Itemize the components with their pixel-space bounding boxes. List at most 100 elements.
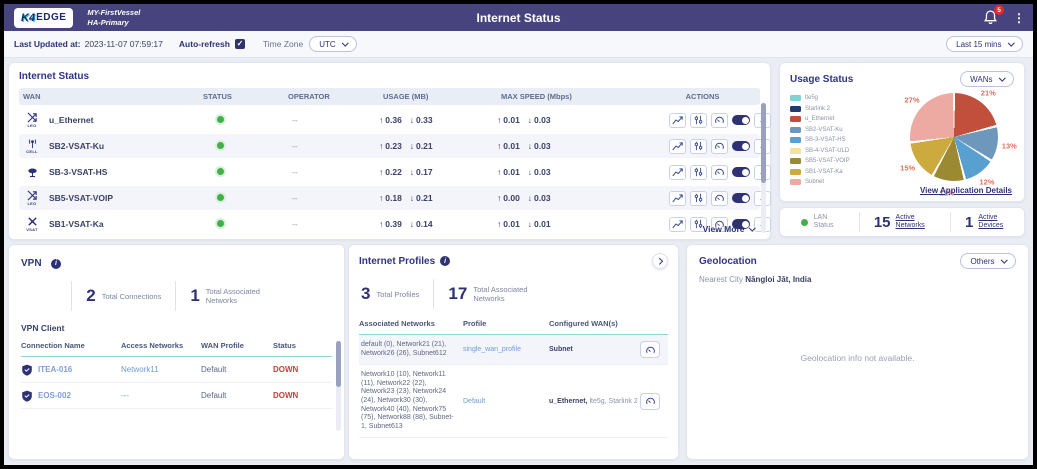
info-icon[interactable] — [51, 259, 61, 269]
leo-icon: LEO — [23, 190, 41, 206]
download-arrow-icon — [520, 141, 534, 151]
operator-value: -- — [284, 141, 379, 151]
legend-label: Subnet — [805, 179, 824, 185]
vpn-connection-name[interactable]: ITEA-016 — [21, 364, 121, 376]
configure-button[interactable] — [690, 139, 707, 154]
col-access-networks: Access Networks — [121, 341, 201, 350]
profiles-table-header: Associated Networks Profile Configured W… — [359, 319, 668, 335]
usage-pie[interactable] — [910, 93, 998, 181]
active-devices-link[interactable]: Active Devices — [978, 214, 1003, 231]
time-range-select[interactable]: Last 15 mins — [946, 36, 1023, 52]
speed-test-button[interactable] — [711, 191, 728, 206]
speed-test-button[interactable] — [711, 139, 728, 154]
vsat-icon: VSAT — [23, 216, 41, 232]
vpn-client-row: EOS-002 --- Default DOWN — [21, 383, 332, 409]
last-updated-value: 2023-11-07 07:59:17 — [85, 39, 163, 49]
profile-row: Network10 (10), Network11 (11), Network2… — [359, 365, 668, 438]
legend-swatch — [790, 116, 801, 122]
upload-arrow-icon — [497, 115, 503, 125]
scrollbar-thumb[interactable] — [336, 341, 341, 387]
speed-test-button[interactable] — [711, 165, 728, 180]
upload-arrow-icon — [497, 167, 503, 177]
wan-name[interactable]: u_Ethernet — [49, 115, 93, 125]
upload-arrow-icon — [379, 193, 385, 203]
col-status: Status — [273, 341, 323, 350]
col-actions: ACTIONS — [655, 92, 746, 101]
geolocation-filter-select[interactable]: Others — [960, 253, 1016, 269]
download-arrow-icon — [520, 193, 534, 203]
wan-name[interactable]: SB2-VSAT-Ku — [49, 141, 104, 151]
geolocation-filter-value: Others — [970, 257, 994, 266]
vpn-connections-label: Total Connections — [102, 292, 162, 301]
wan-enable-toggle[interactable] — [732, 115, 750, 125]
auto-refresh-checkbox[interactable] — [235, 39, 245, 49]
app-logo[interactable]: K4 EDGE — [14, 8, 73, 28]
total-profiles-label: Total Profiles — [376, 290, 419, 299]
configure-button[interactable] — [690, 191, 707, 206]
speed-value: 0.010.03 — [497, 167, 655, 177]
vpn-connection-name[interactable]: EOS-002 — [21, 390, 121, 402]
configure-button[interactable] — [690, 113, 707, 128]
legend-swatch — [790, 148, 801, 154]
notifications-bell-icon[interactable]: 5 — [982, 9, 999, 26]
statistics-button[interactable] — [669, 139, 686, 154]
usage-status-title: Usage Status — [790, 74, 853, 85]
profile-configured-wans: u_Ethernet, lte5g, Starlink 2 — [549, 398, 640, 405]
configure-button[interactable] — [690, 165, 707, 180]
chevron-down-icon — [342, 39, 348, 45]
kebab-menu-icon[interactable] — [1013, 9, 1019, 27]
shield-icon — [21, 364, 33, 376]
wan-name[interactable]: SB-3-VSAT-HS — [49, 167, 107, 177]
col-associated-networks: Associated Networks — [359, 319, 463, 328]
vpn-client-subtitle: VPN Client — [21, 323, 332, 333]
profile-name-link[interactable]: single_wan_profile — [463, 346, 549, 353]
active-networks-count: 15 — [874, 214, 891, 231]
info-icon[interactable] — [440, 256, 450, 266]
statistics-button[interactable] — [669, 113, 686, 128]
view-more-button[interactable]: View More — [703, 224, 754, 234]
scrollbar-thumb[interactable] — [761, 103, 766, 183]
vessel-selector[interactable]: MY-FirstVessel HA-Primary — [87, 8, 140, 27]
wan-enable-toggle[interactable] — [732, 167, 750, 177]
expand-panel-button[interactable] — [652, 253, 668, 269]
chevron-down-icon — [999, 74, 1005, 80]
vpn-title: VPN — [21, 258, 42, 269]
speed-test-button[interactable] — [711, 113, 728, 128]
speed-test-button[interactable] — [640, 393, 660, 410]
internet-status-scrollbar[interactable] — [761, 103, 766, 233]
legend-swatch — [790, 106, 801, 112]
upload-arrow-icon — [379, 141, 385, 151]
vpn-access-networks[interactable]: --- — [121, 391, 201, 400]
statistics-button[interactable] — [669, 217, 686, 232]
legend-swatch — [790, 95, 801, 101]
geolocation-title: Geolocation — [699, 256, 757, 267]
speed-value: 0.000.03 — [497, 193, 655, 203]
row-actions — [655, 165, 771, 180]
profile-configured-wans: Subnet — [549, 346, 640, 353]
upload-arrow-icon — [497, 193, 503, 203]
internet-profiles-title: Internet Profiles — [359, 256, 435, 267]
timezone-select[interactable]: UTC — [309, 36, 357, 52]
legend-item: lte5g — [790, 95, 850, 101]
statistics-button[interactable] — [669, 165, 686, 180]
wan-name[interactable]: SB5-VSAT-VOIP — [49, 193, 113, 203]
legend-item: SB1-VSAT-Ka — [790, 169, 850, 175]
legend-label: SB-4-VSAT-ULD — [805, 148, 849, 154]
profile-name-link[interactable]: Default — [463, 398, 549, 405]
wan-name[interactable]: SB1-VSAT-Ka — [49, 219, 104, 229]
wan-enable-toggle[interactable] — [732, 193, 750, 203]
usage-filter-select[interactable]: WANs — [960, 71, 1014, 87]
logo-k4-text: K4 — [21, 12, 35, 24]
vessel-name: MY-FirstVessel — [87, 8, 140, 18]
vpn-scrollbar[interactable] — [336, 341, 341, 431]
vpn-access-networks[interactable]: Network11 — [121, 365, 201, 374]
statistics-button[interactable] — [669, 191, 686, 206]
view-application-details-link[interactable]: View Application Details — [920, 186, 1012, 195]
wan-enable-toggle[interactable] — [732, 141, 750, 151]
operator-value: -- — [284, 193, 379, 203]
wan-row: CELL SB2-VSAT-Ku -- 0.230.21 0.010.03 — [19, 134, 760, 158]
speed-test-button[interactable] — [640, 341, 660, 358]
active-networks-link[interactable]: Active Networks — [896, 214, 925, 231]
speed-value: 0.010.01 — [497, 219, 655, 229]
pie-percent-label: 21% — [981, 88, 996, 97]
